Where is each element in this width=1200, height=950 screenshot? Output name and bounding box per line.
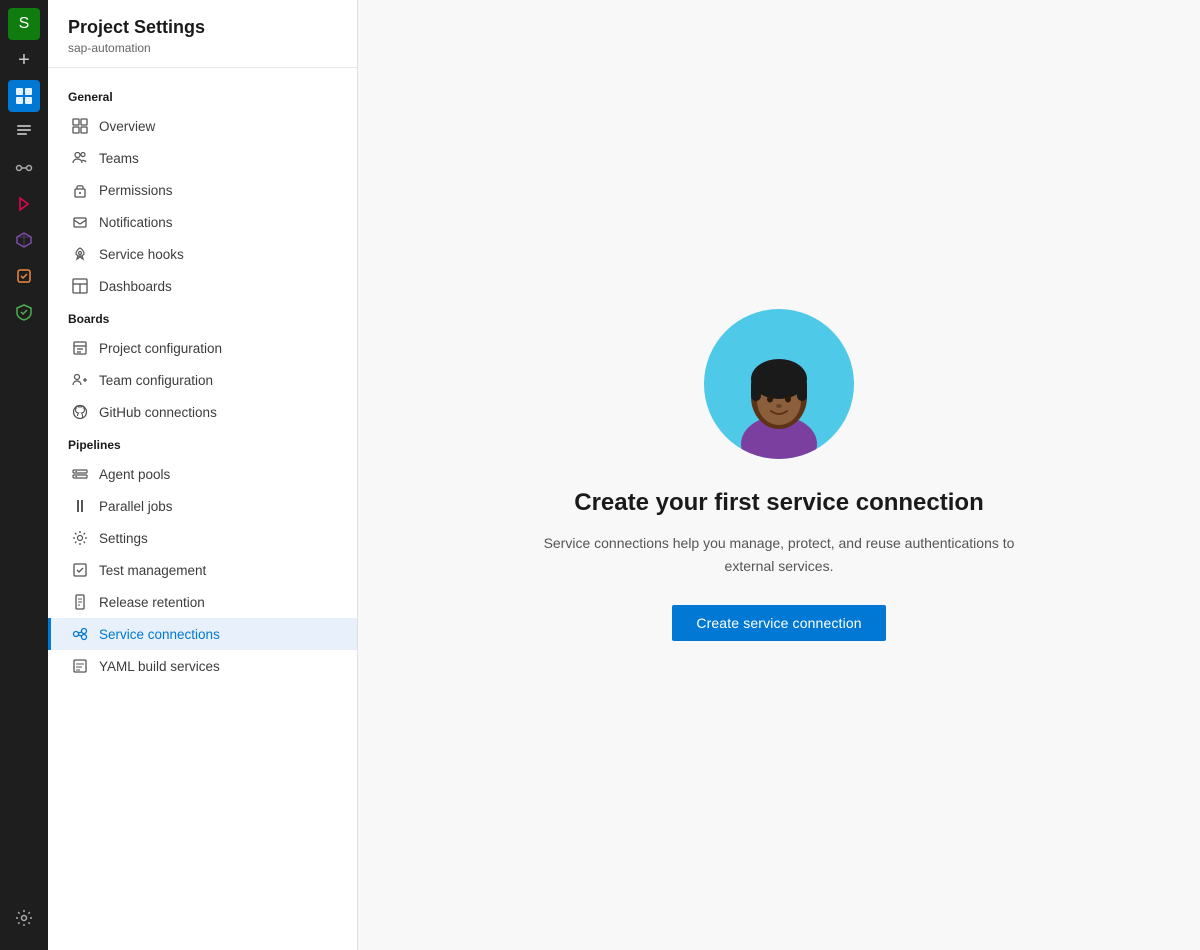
- sidebar-item-label: Service hooks: [99, 247, 184, 262]
- sidebar-item-permissions[interactable]: Permissions: [48, 174, 357, 206]
- dashboard-icon: [71, 277, 89, 295]
- parallel-jobs-icon: [71, 497, 89, 515]
- sidebar-item-label: Dashboards: [99, 279, 172, 294]
- sidebar-item-label: Parallel jobs: [99, 499, 173, 514]
- sidebar-item-label: Teams: [99, 151, 139, 166]
- yaml-icon: [71, 657, 89, 675]
- sidebar-item-label: Settings: [99, 531, 148, 546]
- main-content: Create your first service connection Ser…: [358, 0, 1200, 950]
- gear-icon: [71, 529, 89, 547]
- app-logo[interactable]: S: [8, 8, 40, 40]
- page-title: Project Settings: [68, 16, 337, 39]
- github-icon: [71, 403, 89, 421]
- sidebar-item-release-retention[interactable]: Release retention: [48, 586, 357, 618]
- agent-pools-icon: [71, 465, 89, 483]
- sidebar-item-label: Release retention: [99, 595, 205, 610]
- sidebar-item-project-configuration[interactable]: Project configuration: [48, 332, 357, 364]
- sidebar-item-parallel-jobs[interactable]: Parallel jobs: [48, 490, 357, 522]
- rocket-icon: [71, 245, 89, 263]
- section-general: General: [48, 80, 357, 110]
- team-config-icon: [71, 371, 89, 389]
- sidebar: Project Settings sap-automation General …: [48, 0, 358, 950]
- nav-item7-icon[interactable]: [8, 260, 40, 292]
- sidebar-item-label: YAML build services: [99, 659, 220, 674]
- project-name: sap-automation: [68, 41, 337, 55]
- project-config-icon: [71, 339, 89, 357]
- sidebar-item-dashboards[interactable]: Dashboards: [48, 270, 357, 302]
- sidebar-item-label: Overview: [99, 119, 155, 134]
- nav-pipelines-icon[interactable]: [8, 152, 40, 184]
- sidebar-item-service-connections[interactable]: Service connections: [48, 618, 357, 650]
- sidebar-item-label: Agent pools: [99, 467, 170, 482]
- sidebar-header: Project Settings sap-automation: [48, 0, 357, 68]
- service-connections-icon: [71, 625, 89, 643]
- sidebar-item-overview[interactable]: Overview: [48, 110, 357, 142]
- settings-icon[interactable]: [8, 902, 40, 934]
- sidebar-item-label: Notifications: [99, 215, 173, 230]
- sidebar-item-label: Team configuration: [99, 373, 213, 388]
- sidebar-item-yaml-build-services[interactable]: YAML build services: [48, 650, 357, 682]
- sidebar-item-settings[interactable]: Settings: [48, 522, 357, 554]
- empty-state-title: Create your first service connection: [574, 487, 983, 518]
- empty-state-description: Service connections help you manage, pro…: [529, 532, 1029, 577]
- empty-state: Create your first service connection Ser…: [489, 269, 1069, 681]
- notification-icon: [71, 213, 89, 231]
- sidebar-item-label: Service connections: [99, 627, 220, 642]
- sidebar-item-test-management[interactable]: Test management: [48, 554, 357, 586]
- overview-icon: [71, 117, 89, 135]
- sidebar-item-agent-pools[interactable]: Agent pools: [48, 458, 357, 490]
- sidebar-item-github-connections[interactable]: GitHub connections: [48, 396, 357, 428]
- sidebar-item-teams[interactable]: Teams: [48, 142, 357, 174]
- test-management-icon: [71, 561, 89, 579]
- sidebar-item-service-hooks[interactable]: Service hooks: [48, 238, 357, 270]
- nav-testplans-icon[interactable]: [8, 188, 40, 220]
- nav-repos-icon[interactable]: [8, 116, 40, 148]
- sidebar-item-team-configuration[interactable]: Team configuration: [48, 364, 357, 396]
- app-icon-bar: S +: [0, 0, 48, 950]
- nav-boards-icon[interactable]: [8, 80, 40, 112]
- add-button[interactable]: +: [8, 44, 40, 76]
- teams-icon: [71, 149, 89, 167]
- sidebar-item-label: Project configuration: [99, 341, 222, 356]
- illustration-avatar: [704, 309, 854, 459]
- sidebar-item-label: Permissions: [99, 183, 173, 198]
- section-boards: Boards: [48, 302, 357, 332]
- create-service-connection-button[interactable]: Create service connection: [672, 605, 885, 641]
- section-pipelines: Pipelines: [48, 428, 357, 458]
- nav-shield-icon[interactable]: [8, 296, 40, 328]
- retention-icon: [71, 593, 89, 611]
- sidebar-item-label: GitHub connections: [99, 405, 217, 420]
- lock-icon: [71, 181, 89, 199]
- sidebar-item-notifications[interactable]: Notifications: [48, 206, 357, 238]
- sidebar-nav: General Overview Te: [48, 68, 357, 950]
- sidebar-item-label: Test management: [99, 563, 206, 578]
- nav-artifacts-icon[interactable]: [8, 224, 40, 256]
